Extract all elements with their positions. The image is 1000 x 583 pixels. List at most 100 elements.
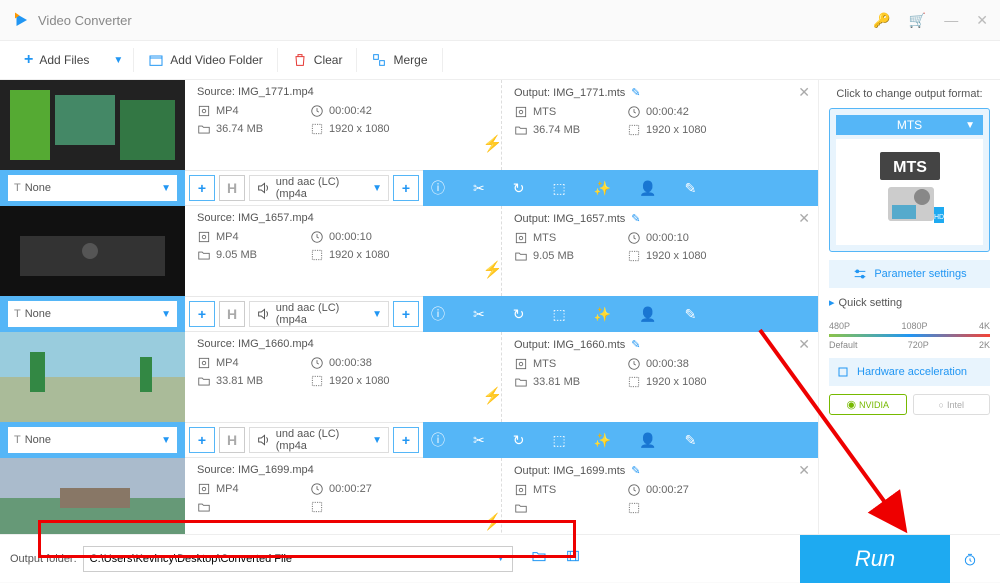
edit-tool-2[interactable]: ↻ [513,180,525,197]
edit-icon[interactable]: ✎ [631,465,640,477]
source-resolution: 1920 x 1080 [310,374,405,388]
bolt-icon: ⚡ [483,134,503,154]
edit-icon[interactable]: ✎ [631,213,640,225]
output-resolution: 1920 x 1080 [627,249,722,263]
minimize-icon[interactable]: — [944,12,958,28]
output-duration: 00:00:38 [627,357,722,371]
cart-icon[interactable]: 🛒 [909,12,926,29]
source-format: MP4 [197,104,292,118]
subtitle-select[interactable]: TNone▼ [8,427,177,453]
output-resolution [627,501,722,515]
source-size: 36.74 MB [197,122,292,136]
open-folder-icon[interactable] [531,548,547,569]
output-filename: Output: IMG_1699.mts✎ [514,464,806,477]
add-audio-button[interactable]: + [393,175,419,201]
h-button[interactable]: H [219,301,245,327]
add-files-dropdown[interactable]: ▼ [113,55,123,66]
audio-select[interactable]: und aac (LC) (mp4a▼ [249,175,389,201]
edit-tool-0[interactable]: ⓘ [431,178,445,198]
edit-tool-5[interactable]: 👤 [639,180,656,197]
key-icon[interactable]: 🔑 [873,12,890,29]
remove-icon[interactable]: ✕ [798,336,810,353]
edit-tool-0[interactable]: ⓘ [431,304,445,324]
output-format: MTS [514,105,609,119]
edit-tool-1[interactable]: ✂ [473,180,485,197]
audio-select[interactable]: und aac (LC) (mp4a▼ [249,427,389,453]
output-duration: 00:00:42 [627,105,722,119]
output-folder-input[interactable]: C:\Users\Kevincy\Desktop\Converted File▼ [83,546,513,572]
close-icon[interactable]: ✕ [976,12,988,29]
video-thumbnail[interactable] [0,458,185,534]
clear-button[interactable]: Clear [278,40,357,80]
source-size: 33.81 MB [197,374,292,388]
source-filename: Source: IMG_1699.mp4 [197,464,489,476]
add-subtitle-button[interactable]: + [189,301,215,327]
source-filename: Source: IMG_1771.mp4 [197,86,489,98]
schedule-icon[interactable] [950,551,990,567]
quality-slider[interactable]: 480P1080P4K Default720P2K [829,321,990,350]
edit-tool-0[interactable]: ⓘ [431,430,445,450]
audio-select[interactable]: und aac (LC) (mp4a▼ [249,301,389,327]
remove-icon[interactable]: ✕ [798,210,810,227]
add-audio-button[interactable]: + [393,301,419,327]
add-folder-button[interactable]: Add Video Folder [134,40,277,80]
edit-tool-1[interactable]: ✂ [473,432,485,449]
edit-tool-3[interactable]: ⬚ [552,180,565,197]
output-filename: Output: IMG_1771.mts✎ [514,86,806,99]
output-filename: Output: IMG_1660.mts✎ [514,338,806,351]
edit-tool-1[interactable]: ✂ [473,306,485,323]
output-resolution: 1920 x 1080 [627,123,722,137]
video-thumbnail[interactable] [0,332,185,422]
output-format-selector[interactable]: MTS▼ MTS HD [829,108,990,252]
h-button[interactable]: H [219,427,245,453]
svg-text:HD: HD [933,214,943,221]
chevron-down-icon: ▼ [965,120,975,131]
merge-button[interactable]: Merge [357,40,441,80]
edit-icon[interactable]: ✎ [631,87,640,99]
edit-tool-5[interactable]: 👤 [639,432,656,449]
bolt-icon: ⚡ [483,260,503,280]
output-format: MTS [514,483,609,497]
source-format: MP4 [197,230,292,244]
source-filename: Source: IMG_1660.mp4 [197,338,489,350]
add-audio-button[interactable]: + [393,427,419,453]
film-icon[interactable] [565,548,581,569]
intel-badge: ○Intel [913,394,991,415]
edit-tool-4[interactable]: ✨ [594,180,611,197]
output-resolution: 1920 x 1080 [627,375,722,389]
source-resolution [310,500,405,514]
remove-icon[interactable]: ✕ [798,462,810,479]
edit-tool-2[interactable]: ↻ [513,432,525,449]
subtitle-select[interactable]: TNone▼ [8,175,177,201]
edit-tool-4[interactable]: ✨ [594,432,611,449]
remove-icon[interactable]: ✕ [798,84,810,101]
run-button[interactable]: Run [800,535,950,583]
subtitle-select[interactable]: TNone▼ [8,301,177,327]
trash-icon [292,52,308,68]
edit-tool-2[interactable]: ↻ [513,306,525,323]
add-subtitle-button[interactable]: + [189,427,215,453]
add-files-button[interactable]: +Add Files [10,40,103,80]
hardware-accel-button[interactable]: Hardware acceleration [829,358,990,386]
chevron-down-icon: ▼ [496,553,506,564]
h-button[interactable]: H [219,175,245,201]
source-size: 9.05 MB [197,248,292,262]
video-thumbnail[interactable] [0,206,185,296]
edit-tool-4[interactable]: ✨ [594,306,611,323]
edit-icon[interactable]: ✎ [631,339,640,351]
source-format: MP4 [197,482,292,496]
edit-tool-5[interactable]: 👤 [639,306,656,323]
edit-tool-3[interactable]: ⬚ [552,306,565,323]
parameter-settings-button[interactable]: Parameter settings [829,260,990,288]
edit-tool-6[interactable]: ✎ [685,180,697,197]
merge-icon [371,52,387,68]
bolt-icon: ⚡ [483,512,503,532]
add-subtitle-button[interactable]: + [189,175,215,201]
output-format: MTS [514,231,609,245]
edit-tool-6[interactable]: ✎ [685,432,697,449]
edit-tool-6[interactable]: ✎ [685,306,697,323]
video-thumbnail[interactable] [0,80,185,170]
source-filename: Source: IMG_1657.mp4 [197,212,489,224]
edit-tool-3[interactable]: ⬚ [552,432,565,449]
output-filename: Output: IMG_1657.mts✎ [514,212,806,225]
